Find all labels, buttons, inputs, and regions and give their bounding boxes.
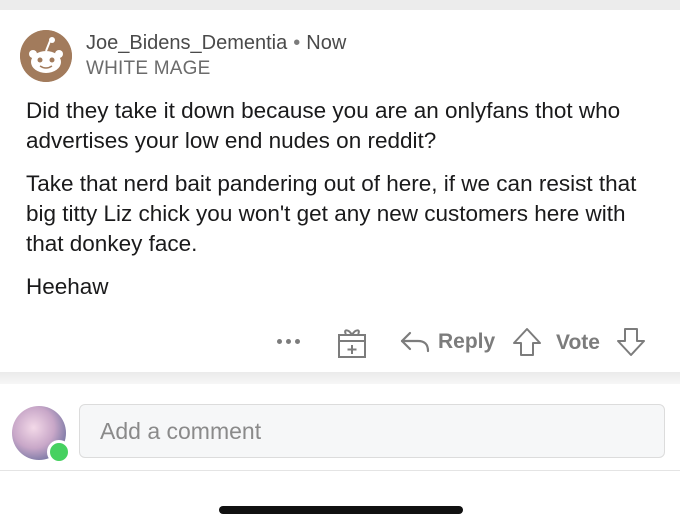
more-options-button[interactable] (275, 334, 303, 348)
comment-paragraph: Take that nerd bait pandering out of her… (26, 171, 637, 256)
comment-actions: Reply Vote (0, 324, 680, 360)
downvote-button[interactable] (614, 326, 648, 358)
vote-count: Vote (556, 331, 600, 354)
more-horizontal-icon (286, 339, 291, 344)
add-comment-input[interactable] (79, 404, 665, 458)
home-indicator[interactable] (219, 506, 463, 514)
comment-timestamp: Now (306, 32, 347, 54)
author-username[interactable]: Joe_Bidens_Dementia (86, 32, 287, 54)
reply-arrow-icon (400, 331, 430, 353)
reply-label: Reply (438, 330, 496, 353)
online-status-icon (47, 440, 71, 464)
more-horizontal-icon (295, 339, 300, 344)
comment-card: Joe_Bidens_Dementia • Now WHITE MAGE Did t… (0, 10, 680, 372)
meta-separator: • (293, 32, 301, 54)
award-button[interactable] (333, 325, 371, 359)
section-divider (0, 372, 680, 384)
reply-button[interactable]: Reply (398, 325, 495, 359)
comment-body: Did they take it down because you are an… (26, 96, 656, 315)
comment-paragraph: Did they take it down because you are an… (26, 98, 621, 153)
comment-paragraph: Heehaw (26, 274, 109, 299)
comment-composer (0, 384, 680, 528)
composer-divider (0, 470, 680, 471)
author-avatar[interactable] (20, 30, 72, 82)
upvote-button[interactable] (510, 326, 544, 358)
top-strip (0, 0, 680, 10)
more-horizontal-icon (277, 339, 282, 344)
author-line: Joe_Bidens_Dementia • Now (86, 32, 346, 55)
downvote-arrow-icon (617, 328, 645, 356)
gift-award-icon (338, 329, 366, 358)
user-flair: WHITE MAGE (86, 58, 211, 79)
snoo-avatar-icon (20, 30, 72, 82)
upvote-arrow-icon (513, 328, 541, 356)
